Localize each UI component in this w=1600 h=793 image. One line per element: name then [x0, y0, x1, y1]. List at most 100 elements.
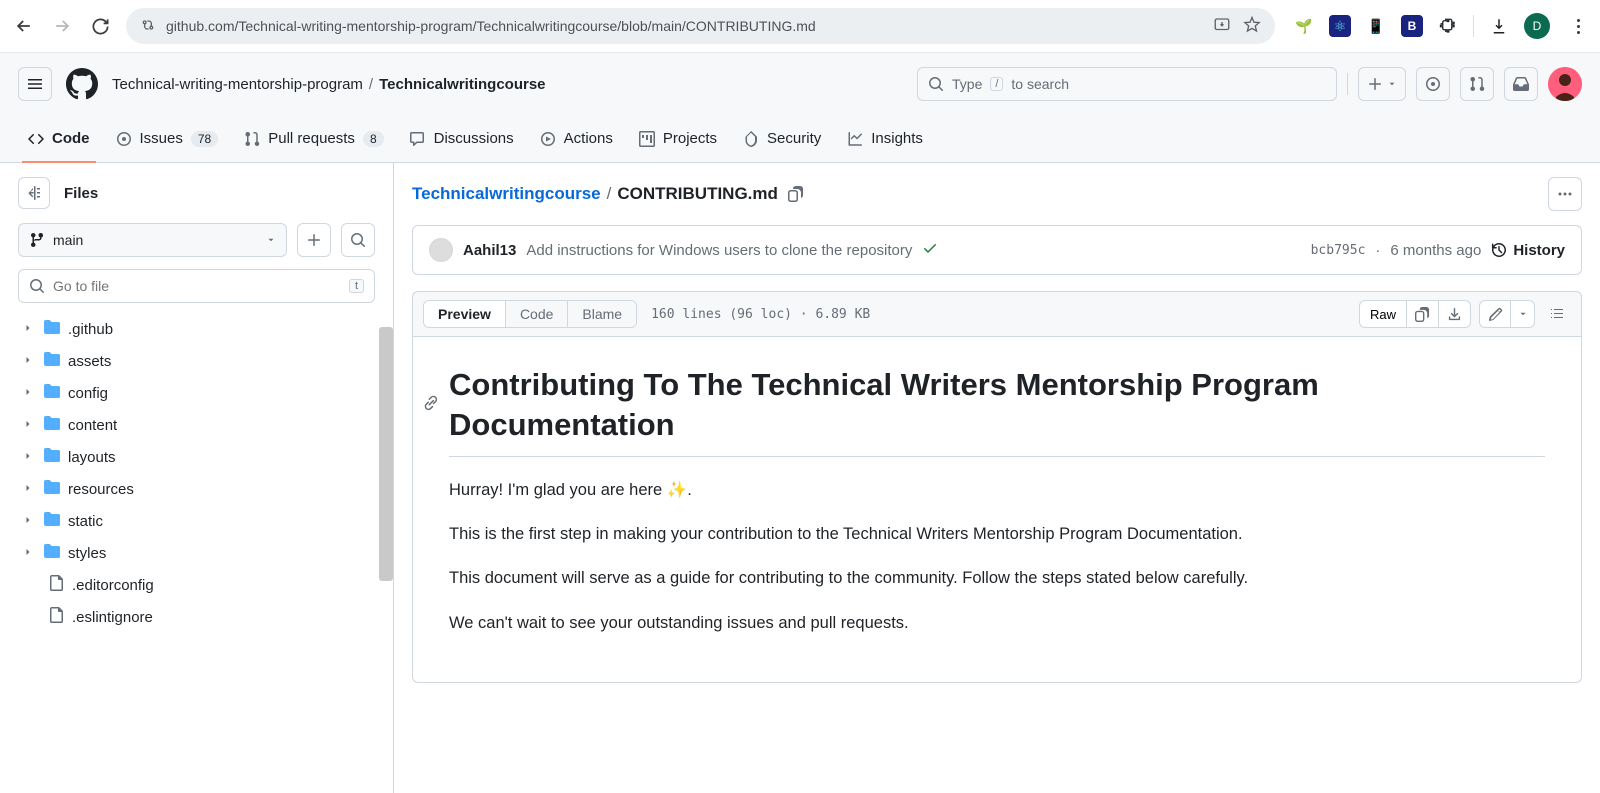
latest-commit: Aahil13 Add instructions for Windows use…: [412, 225, 1582, 275]
tab-issues[interactable]: Issues 78: [106, 115, 229, 162]
file-filter-input[interactable]: t: [18, 269, 375, 303]
search-tree-button[interactable]: [341, 223, 375, 257]
issues-button[interactable]: [1416, 67, 1450, 101]
back-button[interactable]: [12, 14, 36, 38]
tree-file[interactable]: .eslintignore: [18, 601, 375, 633]
tree-item-label: content: [68, 417, 117, 434]
doc-paragraph: Hurray! I'm glad you are here ✨.: [449, 477, 1545, 503]
tab-security[interactable]: Security: [733, 115, 831, 162]
tree-folder[interactable]: layouts: [18, 441, 375, 473]
commit-sha[interactable]: bcb795c: [1311, 243, 1366, 258]
repo-link[interactable]: Technicalwritingcourse: [379, 76, 545, 93]
tab-code[interactable]: Code: [18, 115, 100, 162]
commit-author-avatar[interactable]: [429, 238, 453, 262]
downloads-icon[interactable]: [1488, 15, 1510, 37]
tree-item-label: assets: [68, 353, 111, 370]
tree-folder[interactable]: styles: [18, 537, 375, 569]
global-nav-button[interactable]: [18, 67, 52, 101]
reload-button[interactable]: [88, 14, 112, 38]
forward-button[interactable]: [50, 14, 74, 38]
file-filter-kbd: t: [349, 279, 364, 293]
tab-issues-label: Issues: [140, 130, 183, 147]
extensions-menu-icon[interactable]: [1437, 15, 1459, 37]
tree-folder[interactable]: static: [18, 505, 375, 537]
pull-requests-button[interactable]: [1460, 67, 1494, 101]
ext-icon-1[interactable]: 🌱: [1293, 15, 1315, 37]
tree-item-label: .editorconfig: [72, 577, 154, 594]
bookmark-star-icon[interactable]: [1243, 16, 1261, 37]
ext-icon-2[interactable]: ⚛: [1329, 15, 1351, 37]
profile-avatar[interactable]: D: [1524, 13, 1550, 39]
anchor-icon[interactable]: [423, 395, 439, 414]
file-filter-field[interactable]: [53, 278, 341, 294]
sidebar-scrollbar[interactable]: [379, 327, 393, 581]
copy-raw-button[interactable]: [1407, 300, 1439, 328]
tab-discussions-label: Discussions: [434, 130, 514, 147]
tab-pulls-label: Pull requests: [268, 130, 355, 147]
tab-insights[interactable]: Insights: [837, 115, 933, 162]
code-tab[interactable]: Code: [505, 301, 567, 327]
project-icon: [639, 131, 655, 147]
issues-count-badge: 78: [191, 131, 218, 147]
repo-breadcrumb: Technical-writing-mentorship-program / T…: [112, 76, 546, 93]
collapse-tree-button[interactable]: [18, 177, 50, 209]
owner-link[interactable]: Technical-writing-mentorship-program: [112, 76, 363, 93]
commit-message[interactable]: Add instructions for Windows users to cl…: [526, 242, 912, 259]
tree-folder[interactable]: resources: [18, 473, 375, 505]
tree-folder[interactable]: assets: [18, 345, 375, 377]
caret-down-icon: [1387, 79, 1397, 89]
chevron-right-icon: [22, 417, 36, 434]
copy-path-button[interactable]: [788, 186, 804, 202]
install-icon[interactable]: [1213, 16, 1231, 37]
file-stats: 160 lines (96 loc) · 6.89 KB: [651, 307, 870, 322]
browser-menu-button[interactable]: [1568, 19, 1588, 34]
doc-paragraph: We can't wait to see your outstanding is…: [449, 610, 1545, 636]
tree-folder[interactable]: .github: [18, 313, 375, 345]
edit-button[interactable]: [1479, 300, 1511, 328]
download-button[interactable]: [1439, 300, 1471, 328]
plus-icon: [306, 232, 322, 248]
create-new-button[interactable]: [1358, 67, 1406, 101]
commit-author[interactable]: Aahil13: [463, 242, 516, 259]
path-repo-link[interactable]: Technicalwritingcourse: [412, 184, 601, 204]
tree-item-label: resources: [68, 481, 134, 498]
tree-item-label: .eslintignore: [72, 609, 153, 626]
raw-button[interactable]: Raw: [1359, 300, 1407, 328]
blame-tab[interactable]: Blame: [567, 301, 636, 327]
tree-folder[interactable]: content: [18, 409, 375, 441]
tab-projects[interactable]: Projects: [629, 115, 727, 162]
tree-folder[interactable]: config: [18, 377, 375, 409]
folder-icon: [44, 383, 60, 403]
folder-icon: [44, 543, 60, 563]
preview-tab[interactable]: Preview: [424, 301, 505, 327]
commit-age[interactable]: 6 months ago: [1390, 242, 1481, 259]
tree-file[interactable]: .editorconfig: [18, 569, 375, 601]
site-info-icon[interactable]: [140, 17, 156, 36]
download-icon: [1447, 307, 1462, 322]
tab-pulls[interactable]: Pull requests8: [234, 115, 393, 162]
notifications-button[interactable]: [1504, 67, 1538, 101]
user-avatar[interactable]: [1548, 67, 1582, 101]
search-icon: [350, 232, 366, 248]
tab-discussions[interactable]: Discussions: [400, 115, 524, 162]
github-logo-icon[interactable]: [66, 68, 98, 100]
url-bar[interactable]: github.com/Technical-writing-mentorship-…: [126, 8, 1275, 44]
discussion-icon: [410, 131, 426, 147]
tab-security-label: Security: [767, 130, 821, 147]
outline-button[interactable]: [1543, 300, 1571, 328]
edit-dropdown[interactable]: [1511, 300, 1535, 328]
ext-icon-3[interactable]: 📱: [1365, 15, 1387, 37]
ext-icon-4[interactable]: B: [1401, 15, 1423, 37]
search-input[interactable]: Type / to search: [917, 67, 1337, 101]
status-check-icon[interactable]: [922, 240, 938, 260]
branch-select[interactable]: main: [18, 223, 287, 257]
breadcrumb-sep: /: [369, 76, 373, 93]
search-icon: [928, 76, 944, 92]
history-link[interactable]: History: [1491, 242, 1565, 259]
inbox-icon: [1513, 76, 1529, 92]
more-actions-button[interactable]: [1548, 177, 1582, 211]
view-mode-tabs: Preview Code Blame: [423, 300, 637, 328]
tab-actions[interactable]: Actions: [530, 115, 623, 162]
add-file-button[interactable]: [297, 223, 331, 257]
file-tree-sidebar: Files main t .githubassetsconfigcontentl…: [0, 163, 394, 793]
